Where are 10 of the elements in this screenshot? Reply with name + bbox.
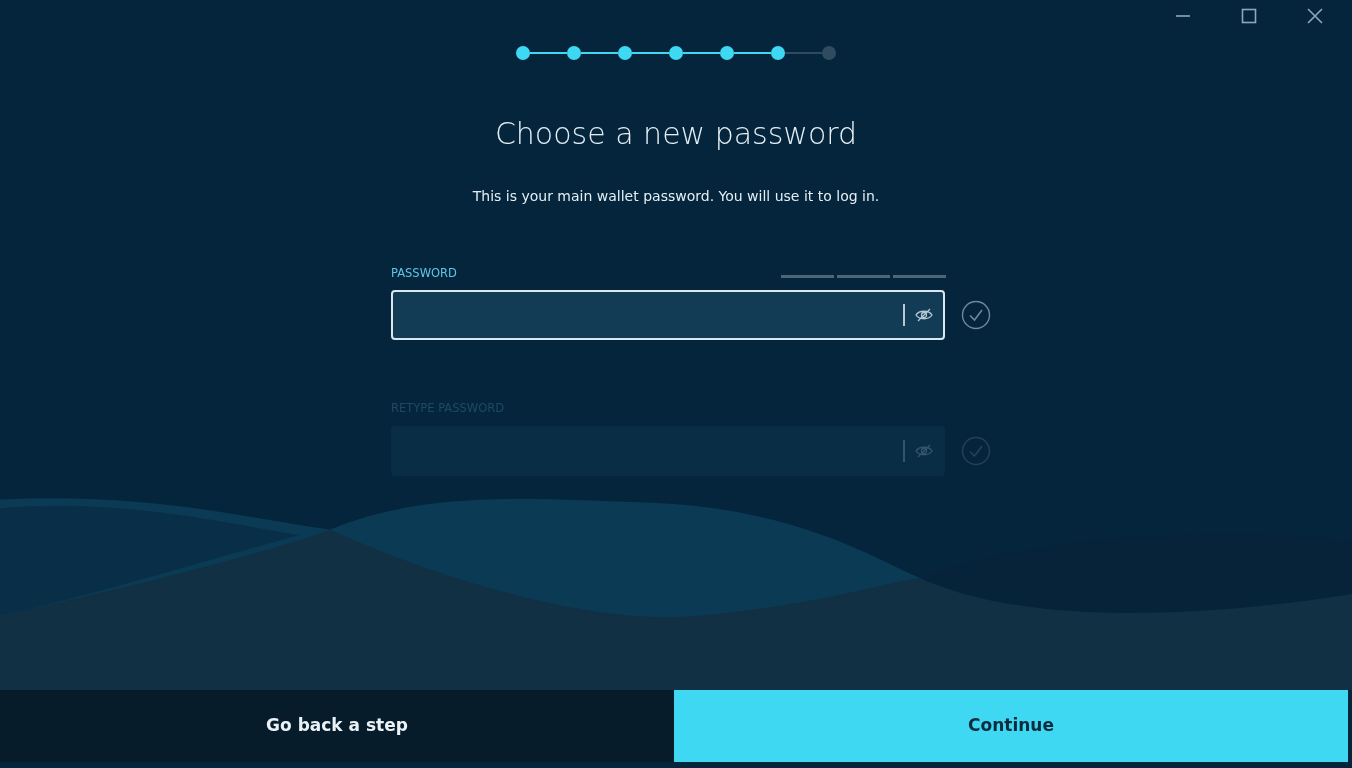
page-subtitle: This is your main wallet password. You will use it to log in. (471, 187, 881, 206)
continue-button[interactable]: Continue (674, 690, 1348, 762)
back-button[interactable]: Go back a step (0, 690, 674, 762)
eye-slash-icon[interactable] (915, 308, 933, 323)
close-icon[interactable] (1307, 8, 1323, 24)
maximize-icon[interactable] (1241, 8, 1257, 24)
check-circle-icon (961, 300, 991, 331)
field-label: PASSWORD (391, 265, 457, 282)
page-title: Choose a new password (493, 116, 859, 152)
check-circle-icon (961, 435, 991, 466)
